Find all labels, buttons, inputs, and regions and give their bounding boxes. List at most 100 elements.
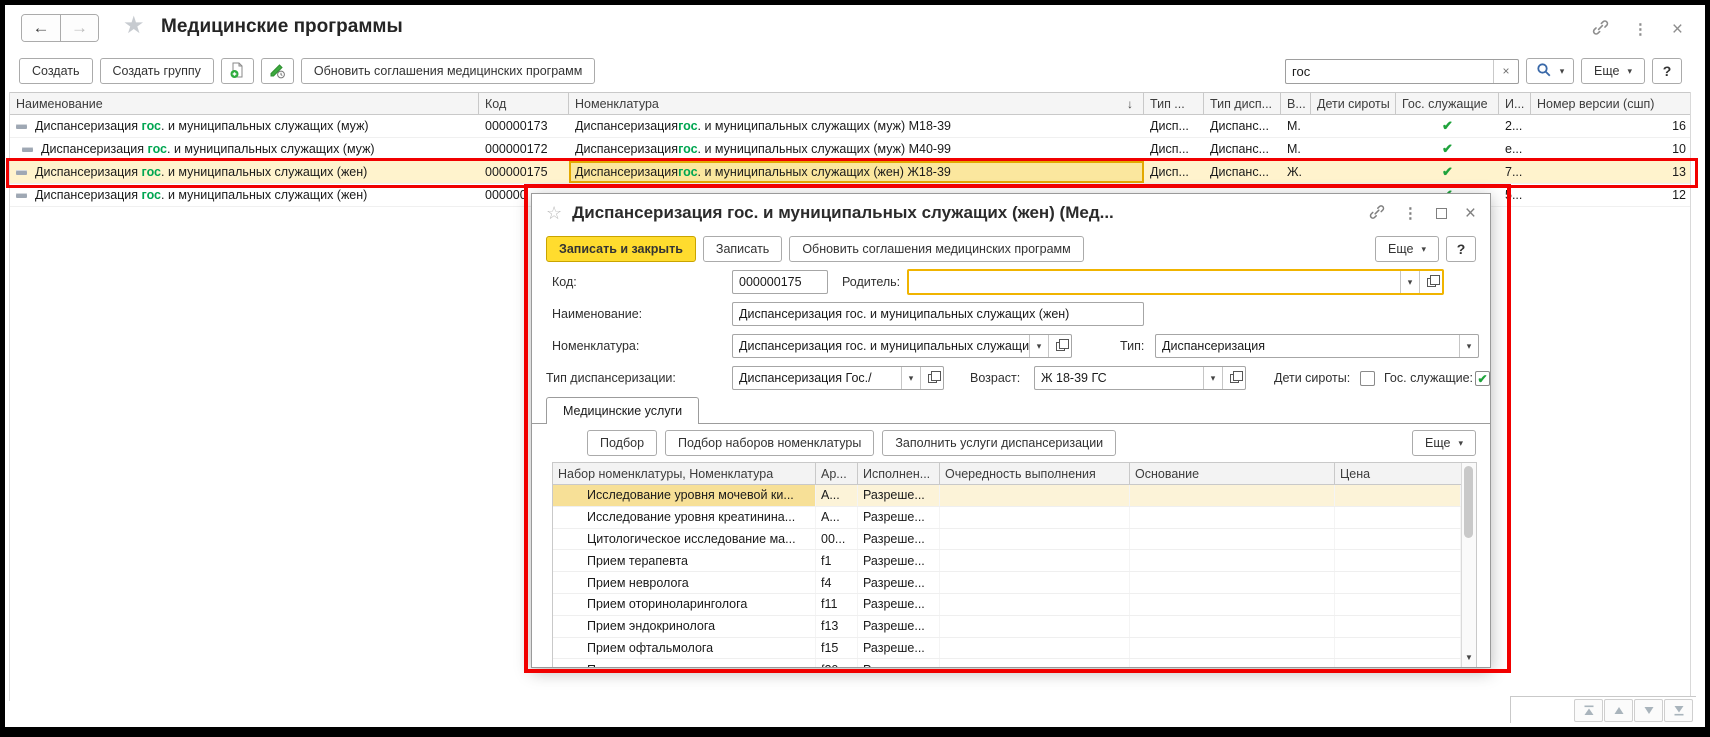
cell-execution: Разреше... — [858, 529, 940, 550]
search-clear-icon[interactable]: × — [1493, 60, 1518, 83]
column-header-nomenclature-set[interactable]: Набор номенклатуры, Номенклатура — [553, 463, 816, 484]
disp-type-field[interactable]: Диспансеризация Гос./ ▾ — [732, 366, 944, 390]
favorite-star-icon[interactable]: ★ — [123, 11, 145, 40]
refresh-agreements-button[interactable]: Обновить соглашения медицинских программ — [789, 236, 1083, 262]
link-icon[interactable] — [1369, 204, 1385, 223]
service-row[interactable]: Прием эндокринологаf13Разреше... — [553, 616, 1461, 638]
parent-field[interactable]: ▾ — [907, 269, 1444, 295]
service-row[interactable]: Прием неврологаf4Разреше... — [553, 572, 1461, 594]
column-header-civil-servants[interactable]: Гос. служащие — [1396, 93, 1499, 114]
close-icon[interactable]: × — [1672, 20, 1683, 39]
cell-service-name: Прием оториноларинголога — [553, 594, 816, 615]
screenshot-frame: ← → ★ Медицинские программы ⋮ × Создать … — [0, 0, 1710, 737]
cell-article: f15 — [816, 638, 858, 659]
go-first-button[interactable] — [1574, 699, 1603, 722]
edit-button[interactable] — [261, 58, 294, 84]
vertical-scrollbar[interactable]: ▼ — [1461, 463, 1476, 667]
civil-servants-checkbox[interactable]: ✔ — [1475, 371, 1490, 386]
search-match-highlight: гос — [678, 119, 697, 133]
column-header-price[interactable]: Цена — [1335, 463, 1461, 484]
element-dash-icon — [16, 170, 27, 175]
dialog-titlebar: ☆ Диспансеризация гос. и муниципальных с… — [532, 194, 1490, 232]
service-row[interactable]: Прием терапевтаf1Разреше... — [553, 550, 1461, 572]
column-header-orphans[interactable]: Дети сироты — [1311, 93, 1396, 114]
pick-button[interactable]: Подбор — [587, 430, 657, 456]
service-row[interactable]: Исследование уровня креатинина...A...Раз… — [553, 507, 1461, 529]
column-header-execution[interactable]: Исполнен... — [858, 463, 940, 484]
column-header-age[interactable]: В... — [1281, 93, 1311, 114]
favorite-star-outline-icon[interactable]: ☆ — [546, 203, 562, 224]
program-dialog: ☆ Диспансеризация гос. и муниципальных с… — [531, 193, 1491, 668]
name-field[interactable]: Диспансеризация гос. и муниципальных слу… — [732, 302, 1144, 326]
fill-services-button[interactable]: Заполнить услуги диспансеризации — [882, 430, 1116, 456]
cell-code: 000000172 — [479, 138, 569, 160]
dropdown-icon[interactable]: ▾ — [1029, 335, 1048, 357]
column-header-disp-type[interactable]: Тип дисп... — [1204, 93, 1281, 114]
create-copy-button[interactable] — [221, 58, 254, 84]
table-row[interactable]: Диспансеризация гос. и муниципальных слу… — [10, 161, 1690, 184]
column-header-name[interactable]: Наименование — [10, 93, 479, 114]
dropdown-icon[interactable]: ▾ — [1459, 335, 1478, 357]
more-button[interactable]: Еще▾ — [1375, 236, 1439, 262]
open-icon[interactable] — [1048, 335, 1071, 357]
help-button[interactable]: ? — [1446, 236, 1476, 262]
column-header-order[interactable]: Очередность выполнения — [940, 463, 1130, 484]
column-header-type[interactable]: Тип ... — [1144, 93, 1204, 114]
column-header-article[interactable]: Ар... — [816, 463, 858, 484]
create-button[interactable]: Создать — [19, 58, 93, 84]
cell-basis — [1130, 572, 1335, 593]
services-more-button[interactable]: Еще▾ — [1412, 430, 1476, 456]
save-button[interactable]: Записать — [703, 236, 782, 262]
nomenclature-field[interactable]: Диспансеризация гос. и муниципальных слу… — [732, 334, 1072, 358]
create-group-button[interactable]: Создать группу — [100, 58, 214, 84]
service-row[interactable]: Цитологическое исследование ма...00...Ра… — [553, 529, 1461, 551]
maximize-icon[interactable] — [1436, 208, 1447, 219]
tab-medical-services[interactable]: Медицинские услуги — [546, 397, 699, 424]
orphans-checkbox[interactable] — [1360, 371, 1375, 386]
go-last-button[interactable] — [1664, 699, 1693, 722]
cell-name: Диспансеризация гос. и муниципальных слу… — [10, 138, 479, 160]
scrollbar-thumb[interactable] — [1464, 466, 1473, 538]
column-header-i[interactable]: И... — [1499, 93, 1531, 114]
cell-age: М. — [1281, 115, 1311, 137]
dropdown-icon[interactable]: ▾ — [1400, 271, 1419, 293]
scroll-down-icon[interactable]: ▼ — [1462, 653, 1476, 662]
open-icon[interactable] — [1222, 367, 1245, 389]
cell-order — [940, 572, 1130, 593]
column-header-basis[interactable]: Основание — [1130, 463, 1335, 484]
service-row[interactable]: Исследование уровня мочевой ки...A...Раз… — [553, 485, 1461, 507]
column-header-version[interactable]: Номер версии (сшп) — [1531, 93, 1692, 114]
forward-button[interactable]: → — [60, 15, 98, 41]
dropdown-icon[interactable]: ▾ — [1203, 367, 1222, 389]
close-icon[interactable]: × — [1465, 204, 1476, 223]
column-header-nomenclature[interactable]: Номенклатура↓ — [569, 93, 1144, 114]
cell-name: Диспансеризация гос. и муниципальных слу… — [10, 161, 479, 183]
help-button[interactable]: ? — [1652, 58, 1682, 84]
open-icon[interactable] — [1419, 271, 1442, 293]
open-icon[interactable] — [920, 367, 943, 389]
column-header-code[interactable]: Код — [479, 93, 569, 114]
age-field[interactable]: Ж 18-39 ГС ▾ — [1034, 366, 1246, 390]
go-prev-button[interactable] — [1604, 699, 1633, 722]
service-row[interactable]: Прием офтальмологаf15Разреше... — [553, 638, 1461, 660]
table-row[interactable]: Диспансеризация гос. и муниципальных слу… — [10, 138, 1690, 161]
back-button[interactable]: ← — [22, 15, 60, 41]
go-next-button[interactable] — [1634, 699, 1663, 722]
search-input[interactable]: гос × — [1285, 59, 1519, 84]
table-row[interactable]: Диспансеризация гос. и муниципальных слу… — [10, 115, 1690, 138]
page-title: Медицинские программы — [161, 16, 403, 38]
pick-sets-button[interactable]: Подбор наборов номенклатуры — [665, 430, 874, 456]
menu-dots-icon[interactable]: ⋮ — [1633, 22, 1648, 37]
service-row[interactable]: Прием гинекологаf20Разреше... — [553, 659, 1461, 668]
refresh-agreements-button[interactable]: Обновить соглашения медицинских программ — [301, 58, 595, 84]
save-close-button[interactable]: Записать и закрыть — [546, 236, 696, 262]
search-button[interactable]: ▾ — [1526, 58, 1574, 84]
type-field[interactable]: Диспансеризация ▾ — [1155, 334, 1479, 358]
service-row[interactable]: Прием оториноларингологаf11Разреше... — [553, 594, 1461, 616]
menu-dots-icon[interactable]: ⋮ — [1403, 206, 1418, 221]
code-field[interactable]: 000000175 — [732, 270, 828, 294]
more-button[interactable]: Еще▾ — [1581, 58, 1645, 84]
dropdown-icon[interactable]: ▾ — [901, 367, 920, 389]
cell-orphans — [1311, 115, 1396, 137]
link-icon[interactable] — [1592, 19, 1609, 39]
